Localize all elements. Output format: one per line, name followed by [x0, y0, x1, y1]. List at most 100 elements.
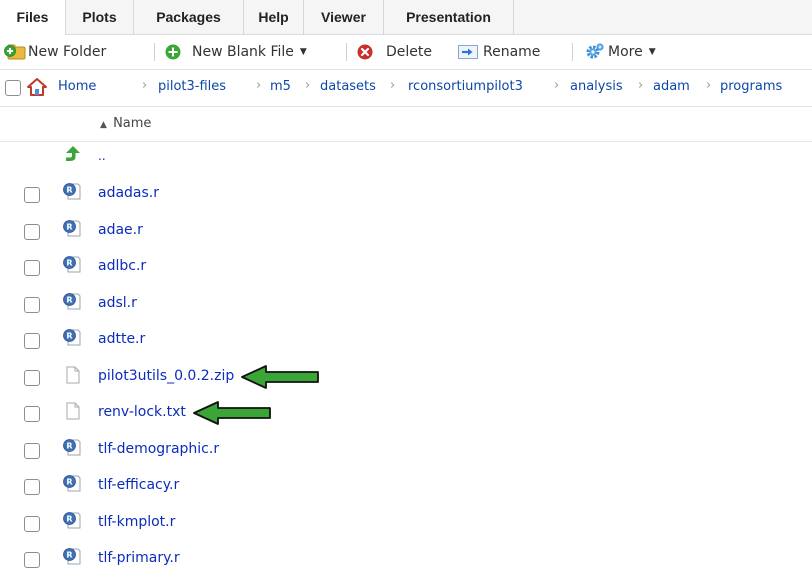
svg-text:R: R [66, 186, 72, 195]
file-name-link[interactable]: tlf-demographic.r [98, 441, 219, 457]
files-toolbar: New Folder New Blank File ▼ Delete Renam… [0, 35, 812, 70]
sort-ascending-icon: ▲ [100, 120, 107, 130]
toolbar-divider [346, 43, 347, 61]
r-script-file-icon: R [62, 255, 82, 279]
svg-text:R: R [66, 551, 72, 560]
breadcrumb: Home › pilot3-files › m5 › datasets › rc… [0, 70, 812, 107]
file-row[interactable]: Radsl.r [0, 287, 812, 323]
tab-presentation[interactable]: Presentation [384, 0, 514, 34]
toolbar-divider [572, 43, 573, 61]
file-checkbox[interactable] [24, 187, 40, 203]
file-name-link[interactable]: adtte.r [98, 331, 145, 347]
delete-button[interactable]: Delete [356, 35, 432, 69]
svg-text:R: R [66, 514, 72, 523]
more-button[interactable]: More ▼ [585, 35, 656, 69]
r-script-file-icon: R [62, 438, 82, 462]
breadcrumb-home[interactable]: Home [58, 79, 96, 94]
file-row[interactable]: Rtlf-demographic.r [0, 433, 812, 469]
select-all-checkbox[interactable] [5, 80, 21, 96]
file-row[interactable]: renv-lock.txt [0, 396, 812, 432]
tab-files[interactable]: Files [0, 0, 66, 35]
svg-text:R: R [66, 332, 72, 341]
file-checkbox[interactable] [24, 442, 40, 459]
svg-text:R: R [66, 441, 72, 450]
file-name-link[interactable]: adlbc.r [98, 258, 146, 274]
breadcrumb-adam[interactable]: adam [653, 79, 690, 94]
file-row[interactable]: Rtlf-efficacy.r [0, 469, 812, 505]
new-blank-file-button[interactable]: New Blank File ▼ [164, 35, 307, 69]
file-name-link[interactable]: adae.r [98, 222, 143, 238]
r-script-file-icon: R [62, 292, 82, 316]
annotation-arrow-icon [192, 400, 272, 430]
annotation-arrow-icon [240, 364, 320, 394]
breadcrumb-m5[interactable]: m5 [270, 79, 291, 94]
breadcrumb-separator: › [305, 78, 311, 93]
file-checkbox[interactable] [24, 223, 40, 240]
file-checkbox[interactable] [24, 552, 40, 568]
breadcrumb-separator: › [142, 78, 148, 93]
new-folder-icon [4, 44, 26, 60]
file-name-link[interactable]: adsl.r [98, 295, 137, 311]
file-row[interactable]: Radtte.r [0, 323, 812, 359]
file-row[interactable]: Radlbc.r [0, 250, 812, 286]
chevron-down-icon: ▼ [648, 47, 656, 57]
toolbar-divider [154, 43, 155, 61]
document-file-icon [62, 401, 82, 425]
file-name-link[interactable]: pilot3utils_0.0.2.zip [98, 368, 234, 384]
r-script-file-icon: R [62, 511, 82, 535]
r-script-file-icon: R [62, 474, 82, 498]
r-script-file-icon: R [62, 182, 82, 206]
breadcrumb-pilot3-files[interactable]: pilot3-files [158, 79, 226, 94]
r-script-file-icon: R [62, 219, 82, 243]
breadcrumb-analysis[interactable]: analysis [570, 79, 623, 94]
breadcrumb-separator: › [256, 78, 262, 93]
svg-text:R: R [66, 295, 72, 304]
file-checkbox[interactable] [24, 406, 40, 422]
file-row[interactable]: Rtlf-kmplot.r [0, 506, 812, 542]
file-checkbox[interactable] [24, 296, 40, 313]
home-icon[interactable] [26, 77, 48, 97]
r-script-file-icon: R [62, 328, 82, 352]
file-checkbox[interactable] [24, 369, 40, 386]
file-row[interactable]: pilot3utils_0.0.2.zip [0, 360, 812, 396]
file-row[interactable]: Radae.r [0, 214, 812, 250]
name-column-label: Name [113, 116, 152, 131]
file-row[interactable]: Radadas.r [0, 177, 812, 213]
breadcrumb-separator: › [390, 78, 396, 93]
svg-text:R: R [66, 259, 72, 268]
name-column-header[interactable]: ▲ Name [100, 116, 151, 131]
gear-icon [586, 43, 604, 59]
file-name-link[interactable]: tlf-primary.r [98, 550, 180, 566]
delete-label: Delete [386, 44, 432, 60]
breadcrumb-programs[interactable]: programs [720, 79, 782, 94]
pane-tab-bar: Files Plots Packages Help Viewer Present… [0, 0, 812, 35]
breadcrumb-separator: › [706, 78, 712, 93]
breadcrumb-datasets[interactable]: datasets [320, 79, 376, 94]
parent-directory-row[interactable]: .. [0, 141, 812, 177]
up-arrow-icon [66, 146, 80, 161]
file-checkbox[interactable] [24, 479, 40, 495]
tab-packages[interactable]: Packages [134, 0, 244, 34]
tab-plots[interactable]: Plots [66, 0, 134, 34]
rename-button[interactable]: Rename [458, 35, 540, 69]
file-name-link[interactable]: tlf-kmplot.r [98, 514, 175, 530]
file-name-link[interactable]: adadas.r [98, 185, 159, 201]
file-checkbox[interactable] [24, 260, 40, 276]
file-row[interactable]: Rtlf-primary.r [0, 542, 812, 578]
chevron-down-icon: ▼ [299, 47, 307, 57]
new-blank-file-label: New Blank File [192, 44, 294, 60]
add-circle-icon [165, 44, 181, 60]
file-checkbox[interactable] [24, 333, 40, 349]
tab-viewer[interactable]: Viewer [304, 0, 384, 34]
document-file-icon [62, 365, 82, 389]
file-name-link[interactable]: tlf-efficacy.r [98, 477, 179, 493]
more-label: More [608, 44, 643, 60]
column-header-row: ▲ Name [0, 107, 812, 142]
file-checkbox[interactable] [24, 515, 40, 532]
new-folder-button[interactable]: New Folder [4, 35, 106, 69]
file-name-link[interactable]: renv-lock.txt [98, 404, 186, 420]
parent-directory-link[interactable]: .. [98, 149, 106, 163]
tab-help[interactable]: Help [244, 0, 304, 34]
rename-icon [458, 45, 478, 59]
breadcrumb-rconsortiumpilot3[interactable]: rconsortiumpilot3 [408, 79, 523, 94]
